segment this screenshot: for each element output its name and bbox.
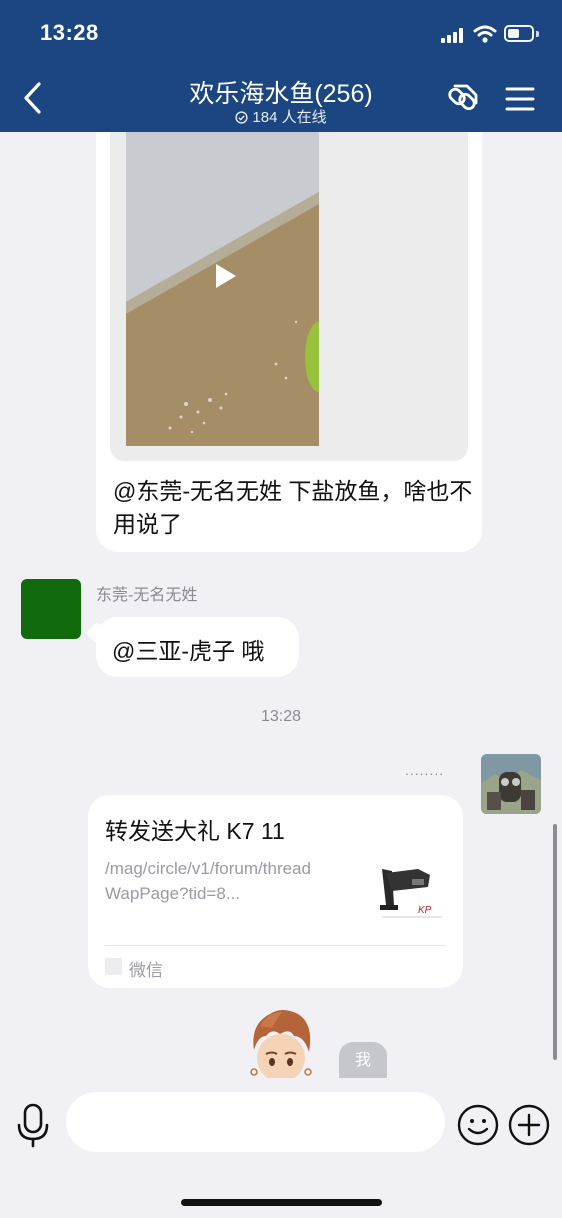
my-nickname: ........ xyxy=(405,762,445,778)
share-source: 微信 xyxy=(129,961,163,980)
chat-header: 13:28 欢乐海水鱼(256) 184 人在线 xyxy=(0,0,562,132)
message-input[interactable] xyxy=(66,1092,445,1152)
hamburger-menu-icon[interactable] xyxy=(502,81,538,117)
smiley-icon[interactable] xyxy=(457,1104,499,1146)
battery-icon xyxy=(504,25,534,42)
video-thumbnail xyxy=(126,132,319,446)
scrollbar[interactable] xyxy=(553,824,557,1060)
sender-name: 东莞-无名无姓 xyxy=(96,587,198,604)
cartoon-boy-sticker xyxy=(250,1010,312,1078)
time-separator: 13:28 xyxy=(260,708,302,725)
text-message-bubble[interactable]: @三亚-虎子 哦 xyxy=(85,617,299,677)
video-caption-text: @东莞-无名无姓 下盐放鱼，啥也不用说了 xyxy=(113,478,473,537)
avatar-image xyxy=(481,754,541,814)
sticker-image[interactable] xyxy=(246,1006,316,1078)
play-icon[interactable] xyxy=(216,264,236,288)
message-text: @三亚-虎子 哦 xyxy=(112,638,265,664)
cellular-signal-icon xyxy=(441,27,467,43)
svg-text:KP: KP xyxy=(418,905,432,916)
video-frame-image xyxy=(126,132,319,446)
video-preview[interactable] xyxy=(110,132,468,461)
online-check-icon xyxy=(235,111,248,124)
wifi-icon xyxy=(473,25,497,43)
input-bar xyxy=(0,1078,562,1218)
me-badge: 我 xyxy=(339,1042,387,1078)
home-indicator[interactable] xyxy=(181,1199,382,1206)
link-tag-icon[interactable] xyxy=(445,81,481,117)
share-description: /mag/circle/v1/forum/threadWapPage?tid=8… xyxy=(105,859,311,903)
online-count-text: 184 人在线 xyxy=(252,109,327,126)
shared-link-card[interactable]: 转发送大礼 K7 11 /mag/circle/v1/forum/threadW… xyxy=(88,795,463,988)
plus-circle-icon[interactable] xyxy=(508,1104,550,1146)
status-bar-time: 13:28 xyxy=(40,20,99,45)
sender-avatar[interactable] xyxy=(21,579,81,639)
video-message-bubble[interactable]: @东莞-无名无姓 下盐放鱼，啥也不用说了 xyxy=(96,132,482,552)
share-title: 转发送大礼 K7 11 xyxy=(105,818,285,844)
share-thumbnail: KP xyxy=(372,857,448,929)
wechat-source-icon xyxy=(105,958,122,975)
microphone-icon[interactable] xyxy=(14,1102,52,1148)
my-avatar[interactable] xyxy=(481,754,541,814)
